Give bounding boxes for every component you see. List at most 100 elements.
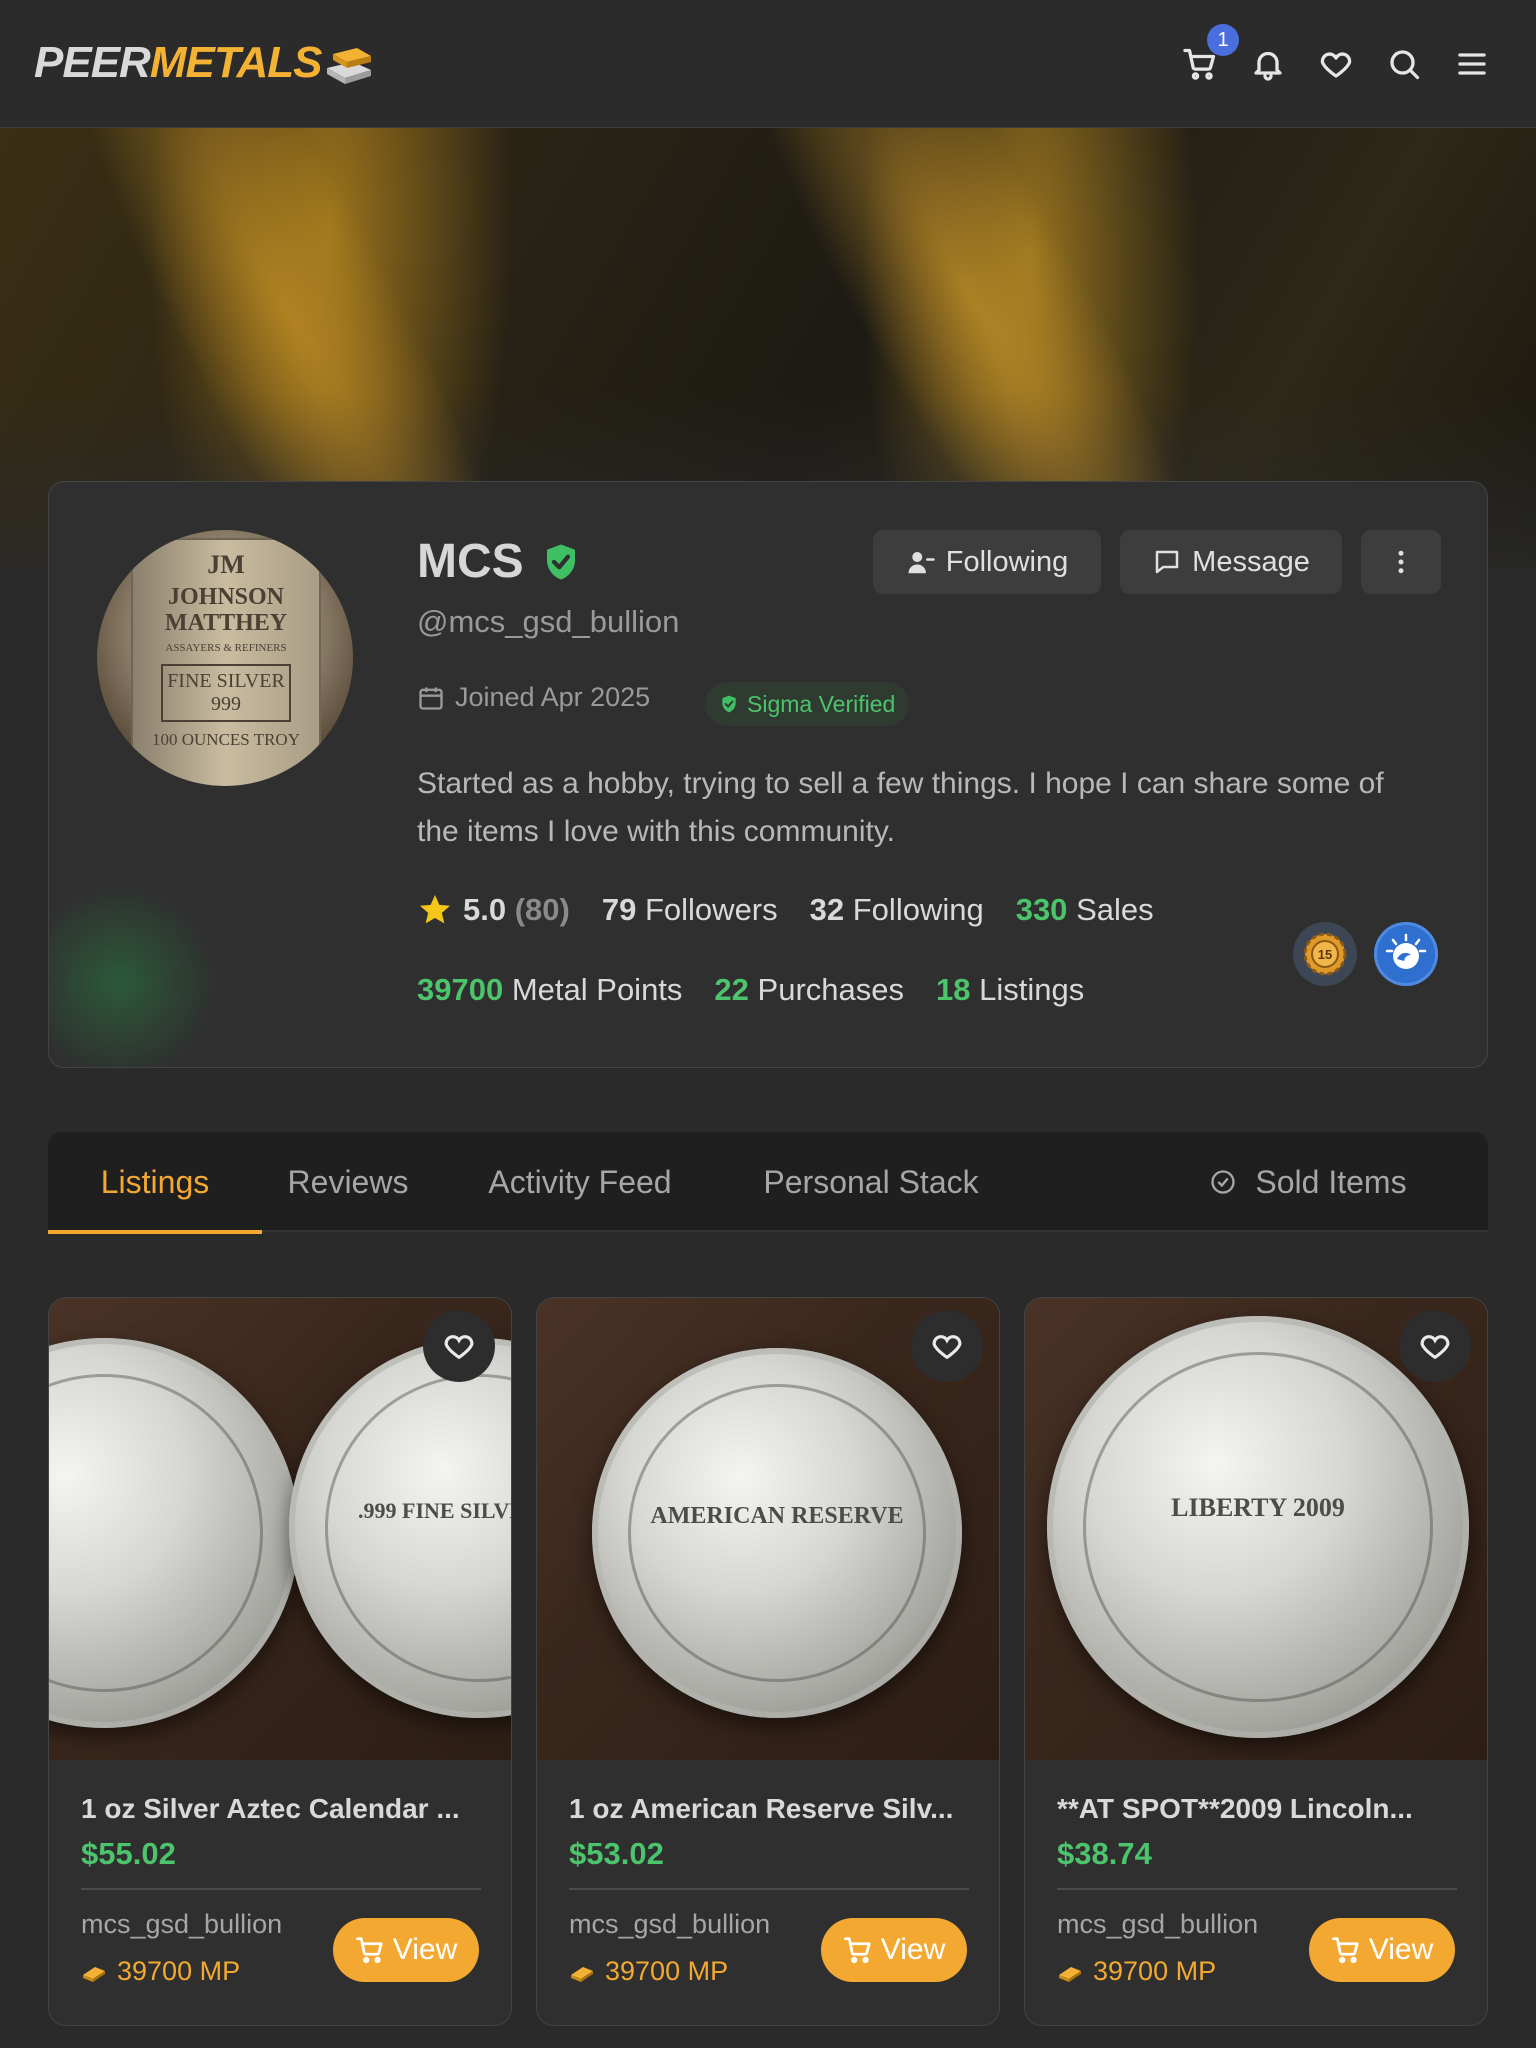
- search-icon[interactable]: [1384, 44, 1424, 84]
- tab-label: Listings: [100, 1163, 210, 1200]
- bell-icon[interactable]: [1248, 44, 1288, 84]
- following-stat[interactable]: 32 Following: [810, 892, 984, 928]
- menu-icon[interactable]: [1452, 44, 1492, 84]
- following-count: 32: [809, 892, 845, 927]
- coin-image: AMERICAN RESERVE: [592, 1348, 962, 1718]
- view-button[interactable]: View: [333, 1918, 479, 1982]
- view-button-label: View: [392, 1933, 458, 1966]
- heart-icon[interactable]: [1316, 44, 1356, 84]
- verified-shield-icon: [546, 544, 575, 579]
- listings-count: 18: [936, 972, 971, 1007]
- favorite-button[interactable]: [911, 1310, 983, 1382]
- metal-points-count: 39700: [417, 972, 504, 1007]
- avatar-text: ASSAYERS & REFINERS: [165, 642, 287, 654]
- tab-sold-items[interactable]: Sold Items: [1158, 1132, 1458, 1232]
- listing-title[interactable]: **AT SPOT**2009 Lincoln...: [1057, 1793, 1457, 1825]
- coin-image: [49, 1338, 299, 1728]
- following-button[interactable]: Following: [873, 530, 1101, 594]
- following-label: Following: [852, 892, 984, 927]
- star-icon: [420, 895, 450, 924]
- listing-card[interactable]: AMERICAN RESERVE 1 oz American Reserve S…: [536, 1297, 1000, 2026]
- avatar-text: JOHNSON MATTHEY: [164, 584, 288, 636]
- gold-bar-icon: [1059, 1966, 1081, 1982]
- chat-bubble-icon: [1155, 550, 1179, 574]
- cart-icon: [355, 1937, 383, 1964]
- stats-row-2: 39700 Metal Points 22 Purchases 18 Listi…: [417, 972, 1116, 1008]
- logo-text-peer: PEER: [34, 38, 151, 87]
- followers-stat[interactable]: 79 Followers: [602, 892, 778, 928]
- coin-inscription: AMERICAN RESERVE: [650, 1503, 904, 1530]
- profile-bio: Started as a hobby, trying to sell a few…: [417, 767, 1384, 848]
- heart-icon: [1420, 1335, 1450, 1360]
- divider: [1057, 1888, 1457, 1890]
- peermetals-logo[interactable]: PEER METALS: [34, 38, 375, 88]
- listing-image-american-reserve-coin[interactable]: AMERICAN RESERVE: [537, 1298, 999, 1760]
- divider: [81, 1888, 481, 1890]
- check-circle-icon: [1211, 1170, 1236, 1194]
- profile-name-text: MCS: [417, 535, 524, 588]
- tab-label: Reviews: [287, 1163, 409, 1200]
- heart-icon: [932, 1335, 962, 1360]
- listing-seller[interactable]: mcs_gsd_bullion: [81, 1909, 282, 1940]
- tab-personal-stack[interactable]: Personal Stack: [726, 1132, 1016, 1232]
- gear-medal-icon: 15: [1303, 932, 1347, 976]
- listing-title[interactable]: 1 oz American Reserve Silv...: [569, 1793, 969, 1825]
- view-button[interactable]: View: [1309, 1918, 1455, 1982]
- listing-image-aztec-coins[interactable]: .999 FINE SILVER: [49, 1298, 511, 1760]
- listing-title[interactable]: 1 oz Silver Aztec Calendar ...: [81, 1793, 481, 1825]
- profile-name: MCS: [417, 534, 582, 589]
- view-button[interactable]: View: [821, 1918, 967, 1982]
- message-button[interactable]: Message: [1120, 530, 1342, 594]
- metal-points-label: Metal Points: [511, 972, 683, 1007]
- coin-inscription: LIBERTY 2009: [1171, 1493, 1345, 1523]
- tab-reviews[interactable]: Reviews: [262, 1132, 434, 1232]
- user-minus-icon: [908, 552, 935, 574]
- listing-image-lincoln-dollar[interactable]: LIBERTY 2009: [1025, 1298, 1487, 1760]
- coin-image: .999 FINE SILVER: [289, 1338, 511, 1718]
- listing-seller[interactable]: mcs_gsd_bullion: [569, 1909, 770, 1940]
- tab-listings[interactable]: Listings: [48, 1132, 262, 1234]
- metal-points: 39700 MP: [81, 1956, 240, 1987]
- purchases-label: Purchases: [757, 972, 904, 1007]
- favorite-button[interactable]: [423, 1310, 495, 1382]
- rating-value: 5.0: [463, 892, 507, 927]
- sales-count: 330: [1015, 892, 1068, 927]
- joined-text: Joined Apr 2025: [455, 682, 651, 712]
- gold-bar-icon: [83, 1966, 105, 1982]
- listing-seller[interactable]: mcs_gsd_bullion: [1057, 1909, 1258, 1940]
- divider: [569, 1888, 969, 1890]
- view-button-label: View: [880, 1933, 946, 1966]
- top-navbar: PEER METALS 1: [0, 0, 1536, 128]
- listing-price: $53.02: [569, 1836, 664, 1871]
- achievement-badge-15[interactable]: 15: [1293, 922, 1357, 986]
- tab-activity-feed[interactable]: Activity Feed: [434, 1132, 726, 1232]
- favorite-button[interactable]: [1399, 1310, 1471, 1382]
- metal-points-value: 39700 MP: [1093, 1956, 1217, 1986]
- heart-icon: [444, 1335, 474, 1360]
- vertical-dots-icon: [1398, 550, 1404, 574]
- profile-tabs: Listings Reviews Activity Feed Personal …: [48, 1132, 1488, 1234]
- listings-label: Listings: [979, 972, 1085, 1007]
- sunrise-emblem-icon: [1385, 933, 1427, 969]
- tab-label: Sold Items: [1255, 1163, 1407, 1200]
- cart-count-badge: 1: [1207, 24, 1239, 56]
- sigma-verified-badge: Sigma Verified: [705, 682, 910, 726]
- view-button-label: View: [1368, 1933, 1434, 1966]
- listing-price: $38.74: [1057, 1836, 1152, 1871]
- rating-stat[interactable]: 5.0 (80): [417, 892, 570, 928]
- listing-card[interactable]: LIBERTY 2009 **AT SPOT**2009 Lincoln... …: [1024, 1297, 1488, 2026]
- purchases-stat: 22 Purchases: [714, 972, 904, 1008]
- decorative-glow: [49, 882, 219, 1067]
- joined-date: Joined Apr 2025: [417, 682, 650, 713]
- metal-points-stat: 39700 Metal Points: [417, 972, 682, 1008]
- achievement-badge-celtic[interactable]: [1374, 922, 1438, 986]
- metal-points-value: 39700 MP: [117, 1956, 241, 1986]
- sigma-verified-label: Sigma Verified: [747, 690, 896, 717]
- following-button-label: Following: [945, 545, 1069, 578]
- tab-label: Activity Feed: [488, 1163, 672, 1200]
- cart-icon: [843, 1937, 871, 1964]
- avatar-silver-bar-image: JM JOHNSON MATTHEY ASSAYERS & REFINERS F…: [131, 538, 321, 786]
- listing-card[interactable]: .999 FINE SILVER 1 oz Silver Aztec Calen…: [48, 1297, 512, 2026]
- purchases-count: 22: [714, 972, 749, 1007]
- more-options-button[interactable]: [1361, 530, 1441, 594]
